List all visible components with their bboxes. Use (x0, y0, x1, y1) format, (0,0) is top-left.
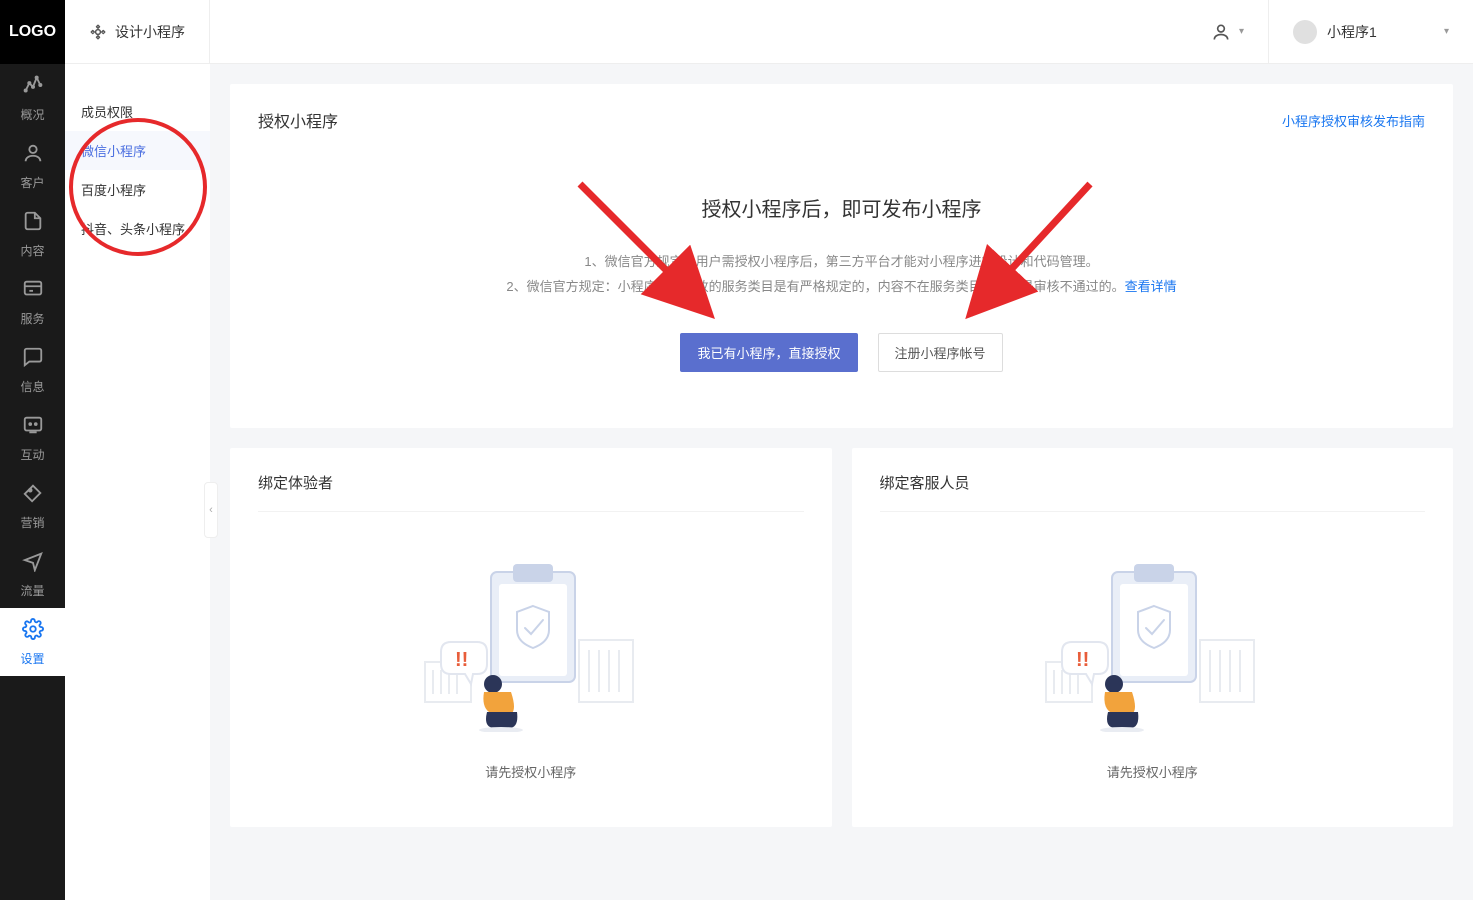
main-content: 授权小程序 小程序授权审核发布指南 授权小程序后，即可发布小程序 1、微信官方规… (210, 64, 1473, 847)
nav-label: 客户 (20, 174, 44, 191)
nav-label: 内容 (20, 242, 44, 259)
sub-item-0[interactable]: 成员权限 (65, 92, 210, 131)
overview-icon (22, 74, 44, 102)
sub-item-2[interactable]: 百度小程序 (65, 170, 210, 209)
service-staff-panel: 绑定客服人员 (852, 448, 1454, 827)
experiencer-title: 绑定体验者 (258, 472, 804, 512)
chevron-down-icon: ▾ (1239, 26, 1244, 37)
panel-title: 授权小程序 (258, 108, 338, 132)
nav-label: 信息 (20, 378, 44, 395)
main-sidebar: LOGO 概况客户内容服务信息互动营销流量设置 (0, 0, 65, 900)
collapse-button[interactable]: ‹ (204, 482, 218, 538)
nav-item-customer[interactable]: 客户 (0, 132, 65, 200)
traffic-icon (22, 550, 44, 578)
detail-link[interactable]: 查看详情 (1125, 279, 1177, 294)
sub-sidebar: 成员权限微信小程序百度小程序抖音、头条小程序 ‹ (65, 64, 210, 900)
auth-panel: 授权小程序 小程序授权审核发布指南 授权小程序后，即可发布小程序 1、微信官方规… (230, 84, 1453, 428)
nav-label: 流量 (20, 582, 44, 599)
design-link[interactable]: 设计小程序 (89, 0, 210, 63)
marketing-icon (22, 482, 44, 510)
nav-label: 服务 (20, 310, 44, 327)
svg-text:!!: !! (455, 649, 468, 671)
interact-icon (22, 414, 44, 442)
chevron-down-icon: ▾ (1444, 26, 1449, 37)
sub-item-3[interactable]: 抖音、头条小程序 (65, 209, 210, 248)
design-label: 设计小程序 (115, 22, 185, 42)
app-avatar (1293, 20, 1317, 44)
register-button[interactable]: 注册小程序帐号 (878, 333, 1003, 372)
app-name: 小程序1 (1327, 22, 1377, 42)
sub-item-1[interactable]: 微信小程序 (65, 131, 210, 170)
content-icon (22, 210, 44, 238)
nav-item-overview[interactable]: 概况 (0, 64, 65, 132)
authorize-button[interactable]: 我已有小程序，直接授权 (680, 333, 857, 372)
guide-link[interactable]: 小程序授权审核发布指南 (1282, 111, 1425, 130)
nav-item-content[interactable]: 内容 (0, 200, 65, 268)
user-icon (1211, 22, 1231, 42)
nav-label: 概况 (20, 106, 44, 123)
customer-icon (22, 142, 44, 170)
auth-description: 1、微信官方规定：用户需授权小程序后，第三方平台才能对小程序进行设计和代码管理。… (278, 250, 1405, 299)
design-icon (89, 23, 107, 41)
logo: LOGO (0, 0, 65, 64)
message-icon (22, 346, 44, 374)
empty-illustration: !! (1042, 542, 1262, 732)
user-menu[interactable]: ▾ (1187, 0, 1269, 63)
empty-text: 请先授权小程序 (880, 762, 1426, 781)
nav-item-settings[interactable]: 设置 (0, 608, 65, 676)
nav-item-interact[interactable]: 互动 (0, 404, 65, 472)
empty-illustration: !! (421, 542, 641, 732)
svg-text:!!: !! (1076, 649, 1089, 671)
nav-item-marketing[interactable]: 营销 (0, 472, 65, 540)
nav-label: 营销 (20, 514, 44, 531)
empty-text: 请先授权小程序 (258, 762, 804, 781)
app-selector[interactable]: 小程序1 ▾ (1269, 20, 1449, 44)
settings-icon (22, 618, 44, 646)
nav-item-service[interactable]: 服务 (0, 268, 65, 336)
experiencer-panel: 绑定体验者 (230, 448, 832, 827)
nav-item-traffic[interactable]: 流量 (0, 540, 65, 608)
auth-heading: 授权小程序后，即可发布小程序 (278, 193, 1405, 222)
top-header: 设计小程序 ▾ 小程序1 ▾ (65, 0, 1473, 64)
nav-item-message[interactable]: 信息 (0, 336, 65, 404)
service-staff-title: 绑定客服人员 (880, 472, 1426, 512)
service-icon (22, 278, 44, 306)
nav-label: 设置 (20, 650, 44, 667)
nav-label: 互动 (20, 446, 44, 463)
